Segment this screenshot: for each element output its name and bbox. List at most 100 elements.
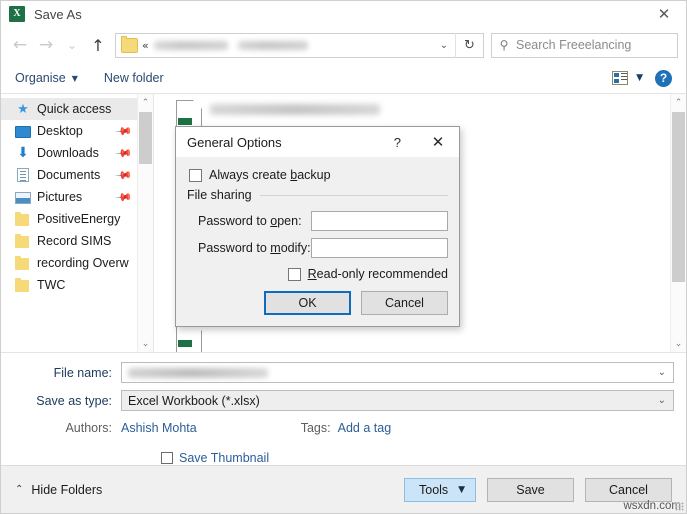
password-to-open-label: Password to open: [198, 214, 302, 228]
authors-value[interactable]: Ashish Mohta [121, 421, 197, 435]
search-placeholder: Search Freeelancing [516, 38, 632, 52]
tools-label: Tools [419, 482, 449, 497]
resize-grip[interactable] [675, 502, 684, 511]
save-thumbnail-checkbox[interactable] [161, 452, 173, 464]
save-as-type-select[interactable]: Excel Workbook (*.xlsx) ⌄ [121, 390, 674, 411]
search-input[interactable]: ⚲ Search Freeelancing [491, 32, 678, 58]
save-thumbnail-label: Save Thumbnail [179, 451, 270, 465]
back-icon[interactable]: ← [7, 32, 33, 58]
always-create-backup-checkbox[interactable] [189, 168, 202, 182]
sidebar-item-quick-access[interactable]: ★ Quick access [1, 98, 153, 120]
sidebar-list: ★ Quick access Desktop 📌 ⬇ Downloads 📌 D… [1, 94, 153, 296]
new-folder-button[interactable]: New folder [104, 71, 164, 85]
folder-icon [15, 255, 31, 271]
always-create-backup-row[interactable]: Always create backup [189, 168, 448, 182]
password-to-modify-input[interactable] [311, 238, 448, 258]
pin-icon[interactable]: 📌 [115, 188, 134, 207]
scroll-down-icon[interactable]: ⌄ [138, 335, 153, 352]
view-dropdown-icon[interactable]: ▼ [636, 73, 643, 83]
file-sharing-group: File sharing Password to open: Password … [187, 188, 448, 281]
chevron-down-icon[interactable]: ⌄ [658, 367, 666, 378]
dialog-footer: ⌃ Hide Folders Tools ▼ Save Cancel wsxdn… [1, 465, 686, 513]
chevron-down-icon: ▼ [71, 73, 78, 83]
breadcrumb-segment[interactable] [237, 40, 308, 50]
authors-label: Authors: [65, 421, 112, 435]
hide-folders-button[interactable]: ⌃ Hide Folders [15, 483, 102, 497]
save-as-type-value: Excel Workbook (*.xlsx) [128, 393, 260, 408]
download-icon: ⬇ [17, 144, 29, 161]
sidebar-item-twc[interactable]: TWC [1, 274, 153, 296]
ok-button[interactable]: OK [264, 291, 351, 315]
sidebar-item-pictures[interactable]: Pictures 📌 [1, 186, 153, 208]
chevron-down-icon[interactable]: ⌄ [433, 40, 455, 51]
organise-button[interactable]: Organise ▼ [15, 71, 78, 85]
close-icon[interactable]: ✕ [642, 1, 686, 27]
close-icon[interactable]: ✕ [417, 127, 459, 157]
breadcrumb[interactable] [153, 40, 433, 50]
password-to-open-input[interactable] [311, 211, 448, 231]
sidebar-item-desktop[interactable]: Desktop 📌 [1, 120, 153, 142]
sidebar-item-label: recording Overw [37, 256, 129, 270]
sidebar-item-record-sims[interactable]: Record SIMS [1, 230, 153, 252]
up-icon[interactable]: ↑ [85, 32, 111, 58]
sidebar-item-recording-overw[interactable]: recording Overw [1, 252, 153, 274]
dialog-cancel-button[interactable]: Cancel [361, 291, 448, 315]
file-list-scrollbar[interactable]: ⌃ ⌄ [670, 94, 686, 352]
scrollbar-thumb[interactable] [139, 112, 152, 164]
help-icon[interactable]: ? [394, 135, 401, 150]
file-sharing-label: File sharing [187, 188, 252, 202]
tags-value[interactable]: Add a tag [338, 421, 392, 435]
scroll-up-icon[interactable]: ⌃ [671, 94, 686, 111]
sidebar-item-label: Quick access [37, 102, 112, 116]
sidebar-item-positiveenergy[interactable]: PositiveEnergy [1, 208, 153, 230]
save-button[interactable]: Save [487, 477, 574, 502]
dialog-title: General Options [187, 134, 282, 150]
metadata-row: Authors: Ashish Mohta Tags: Add a tag [13, 421, 674, 435]
file-name-value [128, 367, 268, 378]
sidebar-item-downloads[interactable]: ⬇ Downloads 📌 [1, 142, 153, 164]
read-only-recommended-checkbox[interactable] [287, 267, 301, 281]
pin-icon[interactable]: 📌 [115, 122, 134, 141]
file-name-input[interactable]: ⌄ [121, 362, 674, 383]
navigation-bar: ← → ⌄ ↑ « ⌄ ↻ ⚲ Search Freeelancing [1, 27, 686, 63]
read-only-recommended-row[interactable]: Read-only recommended [187, 267, 448, 281]
save-thumbnail-row[interactable]: Save Thumbnail [161, 451, 674, 465]
dialog-body: Always create backup File sharing Passwo… [176, 157, 459, 326]
read-only-recommended-label: Read-only recommended [307, 267, 448, 281]
scroll-down-icon[interactable]: ⌄ [671, 335, 686, 352]
save-as-type-label: Save as type: [36, 393, 112, 408]
cancel-button[interactable]: Cancel [585, 477, 672, 502]
scroll-up-icon[interactable]: ⌃ [138, 94, 153, 111]
address-bar[interactable]: « ⌄ ↻ [115, 32, 484, 58]
chevron-down-icon: ▼ [458, 484, 465, 495]
scrollbar-thumb[interactable] [672, 112, 685, 282]
chevron-down-icon[interactable]: ⌄ [658, 395, 666, 406]
pin-icon[interactable]: 📌 [115, 144, 134, 163]
save-form: File name: ⌄ Save as type: Excel Workboo… [1, 352, 686, 465]
password-to-modify-label: Password to modify: [198, 241, 311, 255]
window-titlebar: X Save As ✕ [1, 1, 686, 27]
view-options-icon[interactable] [612, 71, 629, 85]
command-bar: Organise ▼ New folder ▼ ? [1, 63, 686, 94]
file-name-label: File name: [53, 365, 112, 380]
view-lines-icon [621, 73, 628, 84]
pin-icon[interactable]: 📌 [115, 166, 134, 185]
sidebar-scrollbar[interactable]: ⌃ ⌄ [137, 94, 153, 352]
chevron-up-icon: ⌃ [15, 484, 24, 495]
excel-icon: X [9, 6, 25, 22]
file-name-label [210, 104, 380, 115]
group-divider [259, 194, 448, 196]
always-create-backup-label: Always create backup [209, 168, 331, 182]
tools-button[interactable]: Tools ▼ [404, 477, 476, 502]
sidebar-item-label: Documents [37, 168, 101, 182]
desktop-icon [15, 124, 31, 139]
refresh-icon[interactable]: ↻ [455, 32, 483, 58]
sidebar-item-label: Pictures [37, 190, 83, 204]
breadcrumb-overflow-icon[interactable]: « [142, 39, 149, 52]
file-sharing-title: File sharing [187, 188, 448, 202]
breadcrumb-segment[interactable] [153, 40, 228, 50]
forward-icon[interactable]: → [33, 32, 59, 58]
help-icon[interactable]: ? [655, 69, 672, 87]
sidebar-item-documents[interactable]: Documents 📌 [1, 164, 153, 186]
recent-locations-icon[interactable]: ⌄ [59, 32, 85, 58]
